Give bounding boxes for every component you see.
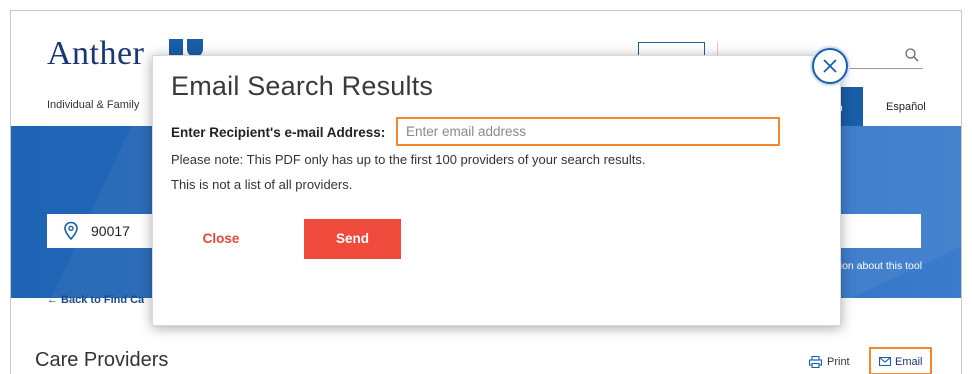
- close-button[interactable]: Close: [171, 220, 271, 258]
- dialog-close-button[interactable]: [812, 48, 848, 84]
- location-value: 90017: [91, 223, 130, 239]
- send-button[interactable]: Send: [304, 219, 401, 259]
- envelope-icon: [879, 357, 891, 366]
- email-label: Email: [895, 356, 923, 368]
- email-results-dialog: Email Search Results Enter Recipient's e…: [152, 55, 841, 326]
- tool-info-link[interactable]: ation about this tool: [831, 260, 922, 272]
- close-circle-icon: [823, 59, 837, 73]
- pdf-note-line-1: Please note: This PDF only has up to the…: [171, 152, 646, 167]
- language-link[interactable]: Español: [886, 101, 926, 113]
- recipient-email-label: Enter Recipient's e-mail Address:: [171, 125, 386, 140]
- pdf-note-line-2: This is not a list of all providers.: [171, 177, 353, 192]
- location-pin-icon: [64, 221, 78, 241]
- search-icon[interactable]: [904, 47, 920, 63]
- brand-logo-text[interactable]: Anther: [47, 35, 144, 73]
- print-label: Print: [827, 356, 850, 368]
- header-search-input[interactable]: [835, 68, 923, 69]
- site-tagline: Individual & Family: [47, 99, 140, 111]
- browser-page: Anther Individual & Family In Español 90…: [10, 10, 962, 374]
- dialog-title: Email Search Results: [171, 71, 434, 101]
- page-title: Care Providers: [35, 349, 169, 371]
- print-icon: [809, 356, 822, 368]
- recipient-email-input[interactable]: [396, 117, 780, 146]
- back-link[interactable]: ← Back to Find Ca: [47, 294, 144, 306]
